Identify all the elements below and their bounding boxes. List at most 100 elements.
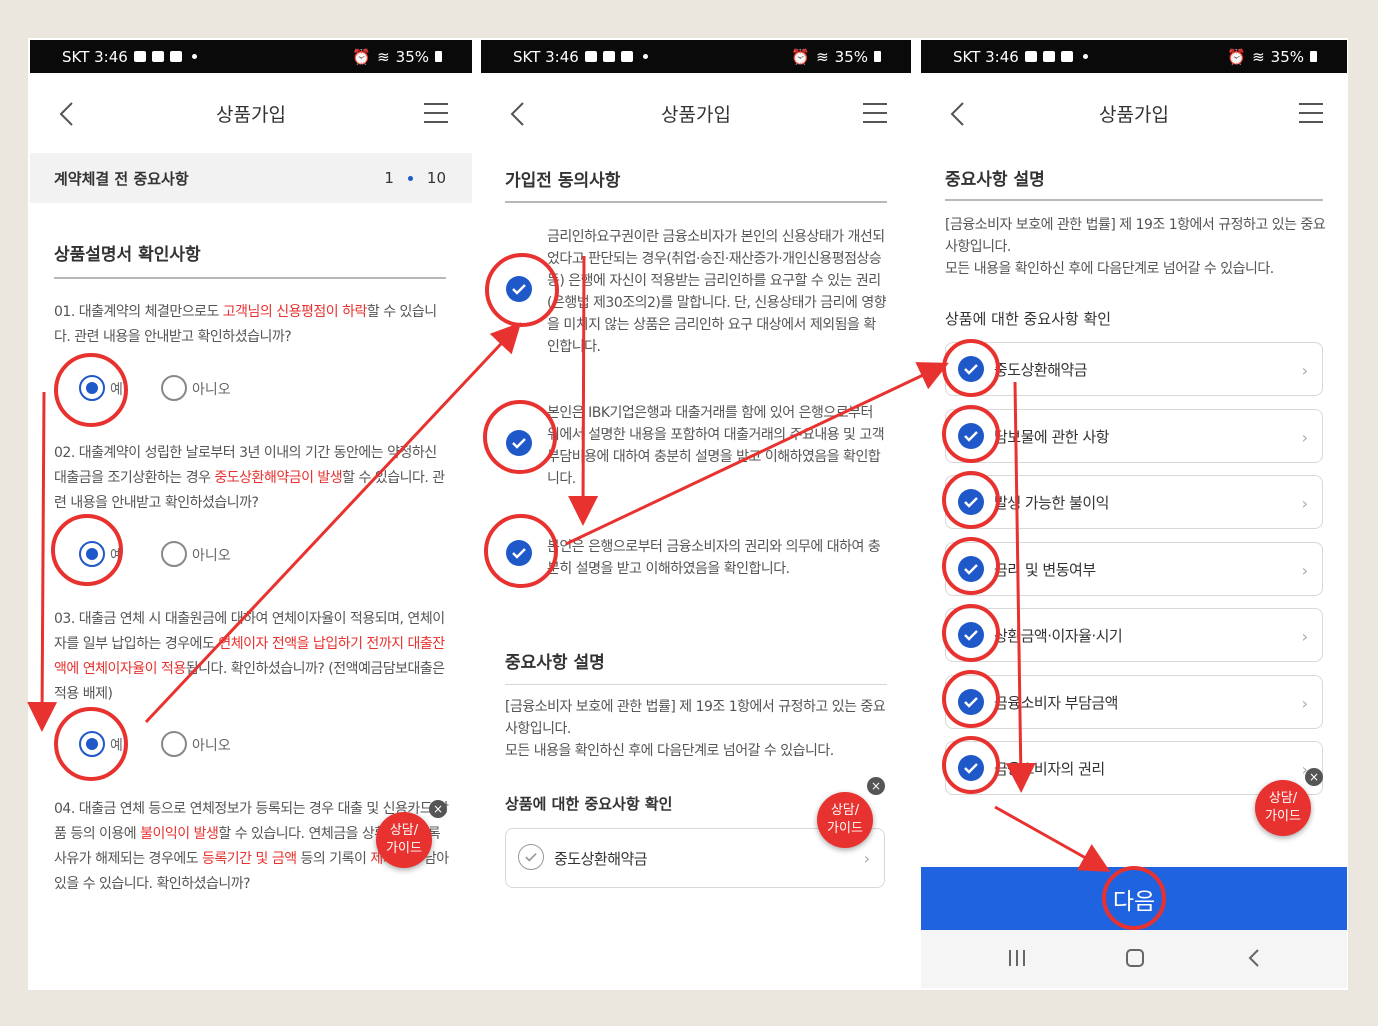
product-item-card[interactable]: 상환금액·이자율·시기 › — [945, 608, 1323, 662]
wifi-signal-icon: ≋ — [816, 47, 829, 66]
checked-circle-icon — [958, 489, 984, 515]
q1-no-label: 아니오 — [192, 382, 231, 398]
checked-circle-icon — [958, 356, 984, 382]
page-title: 상품가입 — [661, 103, 731, 126]
product-item-label: 금융소비자의 권리 — [994, 760, 1105, 778]
section-divider — [505, 201, 887, 203]
q1-no-radio[interactable] — [161, 375, 187, 401]
q3-no-label: 아니오 — [192, 738, 231, 754]
section-title: 중요사항 설명 — [945, 170, 1045, 190]
next-button[interactable]: 다음 — [921, 867, 1347, 930]
important-divider — [505, 684, 887, 685]
phone-screen-1: SKT 3:46 ⏰ ≋ 35% 상품가입 계약체결 전 중요사항 1 10 상… — [30, 40, 472, 988]
back-arrow-icon[interactable] — [947, 101, 969, 127]
page-title: 상품가입 — [1099, 103, 1169, 126]
home-icon[interactable] — [1126, 949, 1144, 967]
wifi-signal-icon: ≋ — [377, 47, 390, 66]
product-item-label: 금리 및 변동여부 — [994, 560, 1096, 579]
status-bar: SKT 3:46 ⏰ ≋ 35% — [481, 40, 911, 73]
app-bar: 상품가입 — [481, 73, 911, 153]
hamburger-menu-icon[interactable] — [424, 103, 448, 123]
important-body: [금융소비자 보호에 관한 법률] 제 19조 1항에서 규정하고 있는 중요사… — [505, 699, 886, 759]
gallery-icon — [584, 51, 597, 62]
more-dot-icon — [191, 54, 197, 59]
alarm-icon: ⏰ — [791, 47, 811, 66]
chevron-right-icon: › — [863, 849, 870, 868]
chat-icon — [1060, 51, 1073, 62]
q3-yes-radio[interactable] — [79, 731, 105, 757]
section-title: 가입전 동의사항 — [505, 171, 621, 191]
fab-close-icon[interactable]: × — [1305, 768, 1323, 786]
chevron-right-icon: › — [1301, 494, 1308, 513]
q2-no-radio[interactable] — [161, 541, 187, 567]
section-divider — [54, 277, 446, 279]
q3-no-radio[interactable] — [161, 731, 187, 757]
product-item-card[interactable]: 금리 및 변동여부 › — [945, 541, 1323, 596]
step-total: 10 — [426, 169, 446, 187]
checked-circle-icon — [958, 622, 984, 648]
fab-close-icon[interactable]: × — [429, 800, 447, 818]
chevron-right-icon: › — [1301, 693, 1308, 713]
product-item-card[interactable]: 발생 가능한 불이익 › — [945, 475, 1323, 529]
product-item-label: 중도상환해약금 — [554, 850, 648, 868]
consent-2-text: 본인은 IBK기업은행과 대출거래를 함에 있어 은행으로부터 위에서 설명한 … — [547, 405, 885, 487]
important-body: [금융소비자 보호에 관한 법률] 제 19조 1항에서 규정하고 있는 중요사… — [945, 217, 1326, 277]
question-2: 02. 대출계약이 성립한 날로부터 3년 이내의 기간 동안에는 약정하신 대… — [54, 445, 445, 511]
product-item-label: 중도상환해약금 — [994, 361, 1088, 379]
consult-guide-button[interactable]: 상담/가이드 — [1255, 780, 1311, 836]
wifi-signal-icon: ≋ — [1252, 47, 1265, 66]
step-progress: 1 10 — [384, 169, 446, 187]
product-check-title: 상품에 대한 중요사항 확인 — [945, 310, 1112, 328]
status-bar: SKT 3:46 ⏰ ≋ 35% — [30, 40, 472, 73]
hamburger-menu-icon[interactable] — [1299, 103, 1323, 123]
android-nav-bar — [921, 930, 1347, 988]
q1-yes-radio[interactable] — [79, 375, 105, 401]
battery-percent: 35% — [1270, 47, 1304, 66]
nav-back-icon[interactable] — [1247, 948, 1261, 968]
recent-apps-icon[interactable] — [1009, 950, 1027, 966]
hamburger-menu-icon[interactable] — [863, 103, 887, 123]
back-arrow-icon[interactable] — [56, 101, 78, 127]
more-dot-icon — [642, 54, 648, 59]
consent-3-checkbox[interactable] — [506, 540, 532, 566]
chevron-right-icon: › — [1301, 361, 1308, 380]
product-item-card[interactable]: 금융소비자 부담금액 › — [945, 674, 1323, 729]
step-indicator-bar: 계약체결 전 중요사항 1 10 — [30, 153, 472, 203]
battery-icon — [435, 51, 442, 62]
product-item-label: 금융소비자 부담금액 — [994, 693, 1118, 712]
consult-guide-button[interactable]: 상담/가이드 — [376, 812, 432, 868]
chevron-right-icon: › — [1301, 427, 1308, 447]
chat-icon — [620, 51, 633, 62]
section-title: 상품설명서 확인사항 — [54, 245, 201, 265]
consent-3-text: 본인은 은행으로부터 금융소비자의 권리와 의무에 대하여 충분히 설명을 받고… — [547, 539, 881, 577]
consult-guide-button[interactable]: 상담/가이드 — [817, 792, 873, 848]
checked-circle-icon — [958, 688, 984, 715]
product-item-card[interactable]: 중도상환해약금 › — [945, 342, 1323, 396]
consent-2-checkbox[interactable] — [506, 430, 532, 456]
section-divider — [945, 199, 1323, 201]
alarm-icon: ⏰ — [352, 47, 372, 66]
consent-1-checkbox[interactable] — [506, 276, 532, 302]
step-dot-icon — [407, 175, 413, 181]
battery-icon — [1310, 51, 1317, 62]
important-title: 중요사항 설명 — [505, 653, 605, 673]
step-current: 1 — [384, 169, 394, 187]
back-arrow-icon[interactable] — [507, 101, 529, 127]
app-bar: 상품가입 — [30, 73, 472, 153]
chevron-right-icon: › — [1301, 627, 1308, 646]
carrier-time: SKT 3:46 — [513, 47, 579, 66]
app-bar: 상품가입 — [921, 73, 1347, 153]
consent-1-text: 금리인하요구권이란 금융소비자가 본인의 신용상태가 개선되었다고 판단되는 경… — [547, 229, 887, 355]
unchecked-circle-icon — [518, 844, 544, 870]
q3-yes-label: 예 — [110, 738, 123, 754]
question-3: 03. 대출금 연체 시 대출원금에 대하여 연체이자율이 적용되며, 연체이자… — [54, 611, 445, 702]
product-item-label: 담보물에 관한 사항 — [994, 427, 1109, 446]
status-bar: SKT 3:46 ⏰ ≋ 35% — [921, 40, 1347, 73]
product-item-label: 발생 가능한 불이익 — [994, 494, 1109, 512]
q2-yes-radio[interactable] — [79, 541, 105, 567]
chat-icon — [169, 51, 182, 62]
product-item-card[interactable]: 담보물에 관한 사항 › — [945, 408, 1323, 463]
fab-close-icon[interactable]: × — [867, 777, 885, 795]
gallery-icon — [133, 51, 146, 62]
notification-icon — [602, 51, 615, 62]
